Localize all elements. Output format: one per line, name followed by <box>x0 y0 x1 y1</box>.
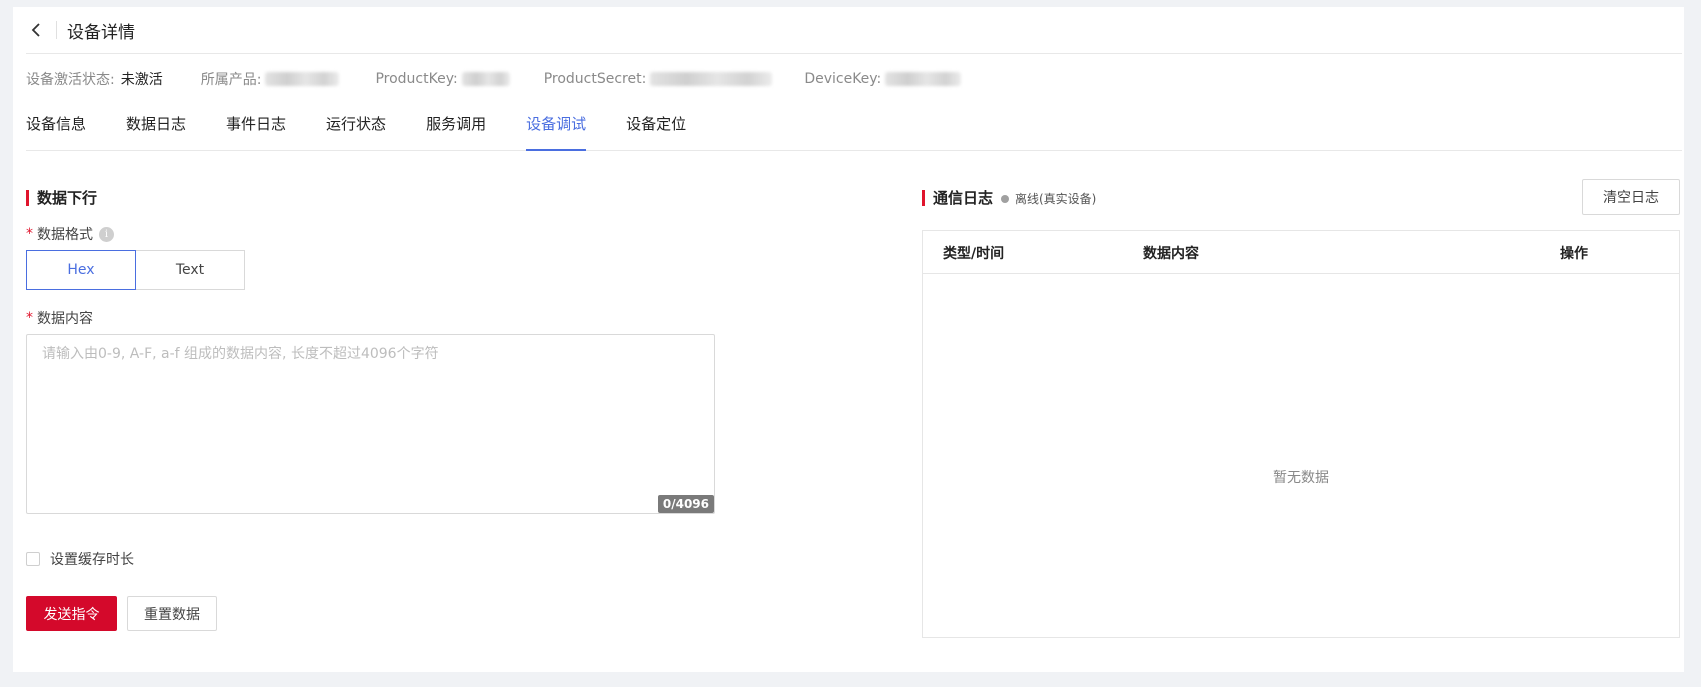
tab-device-info[interactable]: 设备信息 <box>26 111 86 151</box>
format-label: * 数据格式 i <box>26 224 114 244</box>
col-actions: 操作 <box>1560 246 1588 262</box>
product-key-value-redacted <box>461 72 510 86</box>
content-input[interactable] <box>27 335 714 513</box>
tab-service-call[interactable]: 服务调用 <box>426 111 486 151</box>
log-title: 通信日志 <box>933 189 994 207</box>
product-secret-label: ProductSecret: <box>543 71 647 87</box>
log-table-header: 类型/时间 数据内容 操作 <box>923 231 1679 274</box>
format-selector: Hex Text <box>26 250 245 290</box>
device-meta: 设备激活状态: 未激活 所属产品: ProductKey: ProductSec… <box>26 69 962 89</box>
product-key-field: ProductKey: <box>375 71 510 87</box>
product-field: 所属产品: <box>201 69 340 89</box>
info-icon[interactable]: i <box>99 226 114 242</box>
content-label: * 数据内容 <box>26 308 93 328</box>
chevron-left-icon[interactable] <box>26 19 48 41</box>
device-key-field: DeviceKey: <box>804 71 962 87</box>
downlink-section-title: 数据下行 <box>26 187 97 208</box>
format-text-button[interactable]: Text <box>135 250 245 290</box>
log-section-title: 通信日志 <box>922 187 993 208</box>
downlink-title: 数据下行 <box>37 189 98 207</box>
product-value-redacted <box>265 72 340 86</box>
content-field: 0/4096 <box>26 334 715 514</box>
device-status: 离线(真实设备) <box>1001 190 1096 207</box>
char-counter: 0/4096 <box>657 495 714 513</box>
send-command-button[interactable]: 发送指令 <box>26 596 117 631</box>
required-mark: * <box>26 310 33 326</box>
log-table: 类型/时间 数据内容 操作 暂无数据 <box>922 230 1680 638</box>
device-status-text: 离线(真实设备) <box>1015 192 1097 206</box>
cache-duration-checkbox[interactable] <box>26 552 40 566</box>
tab-run-status[interactable]: 运行状态 <box>326 111 386 151</box>
activation-value: 未激活 <box>120 72 163 88</box>
activation-label: 设备激活状态: <box>26 72 115 88</box>
tab-device-location[interactable]: 设备定位 <box>626 111 686 151</box>
activation-status: 设备激活状态: 未激活 <box>26 69 163 89</box>
status-dot-icon <box>1001 194 1009 203</box>
format-hex-button[interactable]: Hex <box>26 250 136 290</box>
cache-duration-option: 设置缓存时长 <box>26 549 134 569</box>
tab-event-log[interactable]: 事件日志 <box>226 111 286 151</box>
tab-data-log[interactable]: 数据日志 <box>126 111 186 151</box>
section-accent-bar <box>922 189 925 206</box>
product-label: 所属产品: <box>200 72 262 88</box>
empty-state: 暂无数据 <box>1273 470 1329 486</box>
section-accent-bar <box>26 189 29 206</box>
cache-duration-label: 设置缓存时长 <box>50 552 134 568</box>
content-label-text: 数据内容 <box>37 311 93 327</box>
reset-data-button[interactable]: 重置数据 <box>127 596 217 631</box>
format-label-text: 数据格式 <box>37 227 93 243</box>
required-mark: * <box>26 226 33 242</box>
product-secret-value-redacted <box>650 72 773 86</box>
product-key-label: ProductKey: <box>375 71 458 87</box>
tab-bar: 设备信息 数据日志 事件日志 运行状态 服务调用 设备调试 设备定位 <box>26 111 1682 151</box>
col-data-content: 数据内容 <box>1143 246 1199 262</box>
header-divider <box>56 21 57 39</box>
device-key-label: DeviceKey: <box>804 71 882 87</box>
page-header: 设备详情 <box>26 7 1682 54</box>
clear-log-button[interactable]: 清空日志 <box>1582 179 1680 215</box>
col-type-time: 类型/时间 <box>943 246 1005 262</box>
device-key-value-redacted <box>885 72 962 86</box>
tab-device-debug[interactable]: 设备调试 <box>526 111 587 151</box>
product-secret-field: ProductSecret: <box>544 71 773 87</box>
page-title: 设备详情 <box>67 22 135 43</box>
